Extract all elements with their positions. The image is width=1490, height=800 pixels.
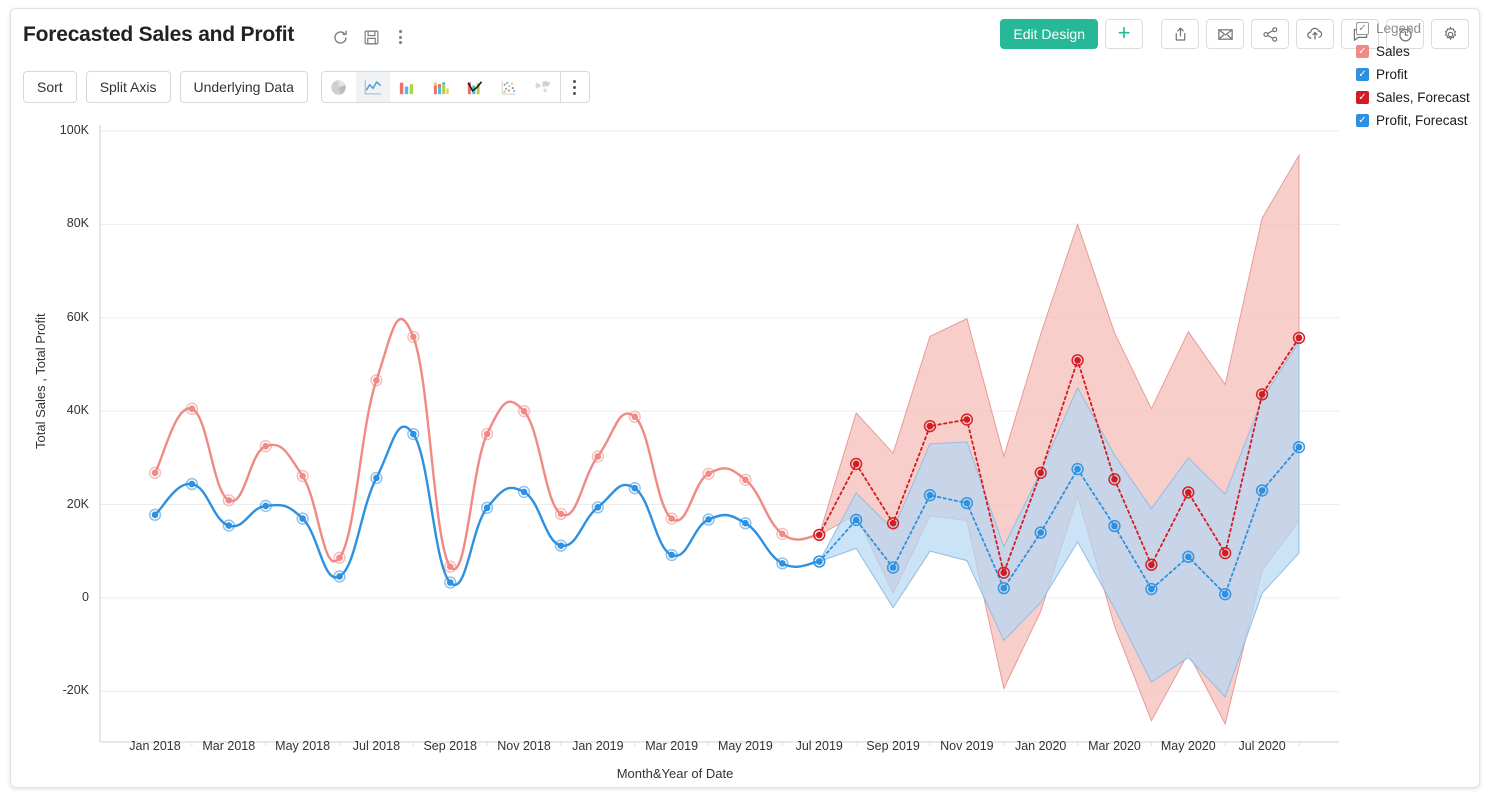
chart-type-switcher — [320, 71, 590, 103]
chart-toolbar: Sort Split Axis Underlying Data — [23, 71, 590, 103]
chart-card: Forecasted Sales and Profit Edit Design … — [10, 8, 1480, 788]
legend-label: Sales, Forecast — [1376, 90, 1470, 105]
x-axis-label: Month&Year of Date — [616, 766, 734, 781]
legend-label: Sales — [1376, 44, 1410, 59]
legend-title-row[interactable]: ✓ Legend — [1356, 17, 1479, 40]
email-button[interactable] — [1206, 19, 1244, 49]
chart-svg[interactable] — [11, 109, 1479, 787]
x-axis-tick-label: Jul 2020 — [1238, 739, 1286, 753]
legend-label: Profit — [1376, 67, 1408, 82]
chart-type-more-icon[interactable] — [561, 72, 589, 102]
pie-chart-icon[interactable] — [322, 72, 356, 102]
scatter-chart-icon[interactable] — [492, 72, 526, 102]
y-axis-tick-label: -20K — [62, 683, 89, 698]
legend-checkbox[interactable]: ✓ — [1356, 45, 1369, 58]
page-title: Forecasted Sales and Profit — [23, 23, 295, 46]
y-axis-tick-label: 40K — [66, 403, 89, 418]
legend-item-profit[interactable]: ✓ Profit — [1356, 63, 1479, 86]
split-axis-button[interactable]: Split Axis — [85, 71, 171, 103]
legend-checkbox[interactable]: ✓ — [1356, 68, 1369, 81]
line-chart-icon[interactable] — [355, 72, 390, 102]
edit-design-button[interactable]: Edit Design — [1000, 19, 1098, 49]
y-axis-tick-label: 20K — [66, 496, 89, 511]
stacked-bar-chart-icon[interactable] — [424, 72, 458, 102]
save-icon[interactable] — [360, 26, 382, 48]
legend-checkbox-all[interactable]: ✓ — [1356, 22, 1369, 35]
y-axis-tick-label: 80K — [66, 216, 89, 231]
y-axis-tick-label: 0 — [82, 589, 89, 604]
underlying-data-button[interactable]: Underlying Data — [179, 71, 308, 103]
map-chart-icon[interactable] — [526, 72, 560, 102]
y-axis-tick-label: 60K — [66, 309, 89, 324]
refresh-icon[interactable] — [329, 26, 351, 48]
legend-item-profit-forecast[interactable]: ✓ Profit, Forecast — [1356, 109, 1479, 132]
y-axis-tick-label: 100K — [59, 123, 89, 137]
chart-area: Total Sales , Total Profit Month&Year of… — [11, 109, 1479, 787]
legend-item-sales[interactable]: ✓ Sales — [1356, 40, 1479, 63]
combo-chart-icon[interactable] — [458, 72, 492, 102]
legend-title: Legend — [1376, 21, 1422, 36]
more-options-icon[interactable] — [391, 26, 409, 48]
publish-button[interactable] — [1296, 19, 1334, 49]
legend-item-sales-forecast[interactable]: ✓ Sales, Forecast — [1356, 86, 1479, 109]
title-actions — [329, 26, 409, 48]
bar-chart-icon[interactable] — [390, 72, 424, 102]
sort-button[interactable]: Sort — [23, 71, 77, 103]
app-root: Forecasted Sales and Profit Edit Design … — [0, 0, 1490, 800]
add-button[interactable]: + — [1105, 19, 1143, 49]
card-header: Forecasted Sales and Profit Edit Design … — [11, 9, 1479, 67]
chart-legend: ✓ Legend ✓ Sales ✓ Profit ✓ Sales, Forecast ✓ P… — [1356, 17, 1479, 132]
share-button[interactable] — [1251, 19, 1289, 49]
y-axis-label: Total Sales , Total Profit — [33, 313, 48, 449]
legend-checkbox[interactable]: ✓ — [1356, 91, 1369, 104]
legend-checkbox[interactable]: ✓ — [1356, 114, 1369, 127]
export-button[interactable] — [1161, 19, 1199, 49]
legend-label: Profit, Forecast — [1376, 113, 1468, 128]
